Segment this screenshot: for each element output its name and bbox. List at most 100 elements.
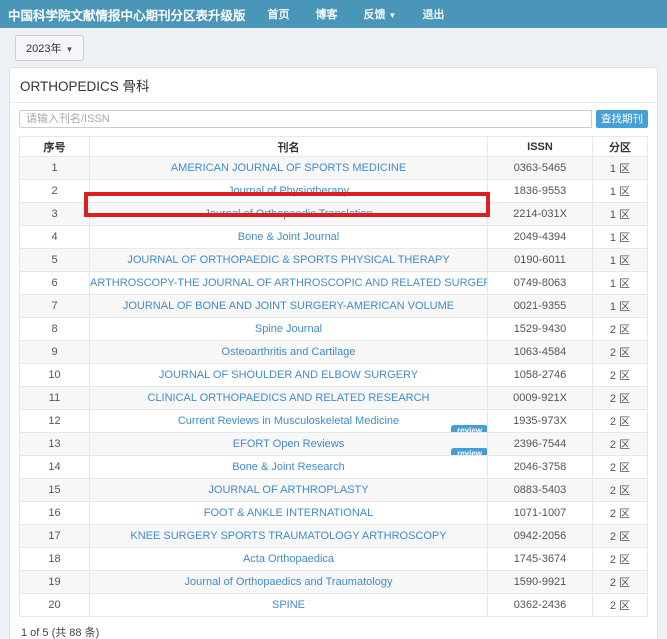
journal-link[interactable]: JOURNAL OF SHOULDER AND ELBOW SURGERY [159,369,418,381]
journal-link[interactable]: Journal of Orthopaedic Translation [204,208,372,220]
table-row: 2Journal of Physiotherapy1836-95531 区 [20,180,648,203]
row-index: 18 [20,548,90,571]
nav-item-首页[interactable]: 首页 [268,6,290,22]
journal-name-cell: FOOT & ANKLE INTERNATIONAL [90,502,488,525]
journal-link[interactable]: Spine Journal [255,323,322,335]
journal-name-cell: Current Reviews in Musculoskeletal Medic… [90,410,488,433]
year-label: 2023年 [26,43,61,55]
chevron-down-icon: ▼ [65,45,73,54]
row-index: 7 [20,295,90,318]
row-index: 1 [20,157,90,180]
journal-link[interactable]: Journal of Orthopaedics and Traumatology [185,576,393,588]
site-title[interactable]: 中国科学院文献情报中心期刊分区表升级版 [8,5,246,24]
journal-name-cell: Osteoarthritis and Cartilage [90,341,488,364]
year-dropdown-button[interactable]: 2023年 ▼ [15,35,84,61]
row-index: 10 [20,364,90,387]
issn-value: 0749-8063 [488,272,593,295]
issn-value: 0021-9355 [488,295,593,318]
zone-value: 2 区 [593,387,648,410]
journal-link[interactable]: CLINICAL ORTHOPAEDICS AND RELATED RESEAR… [148,392,430,404]
journal-link[interactable]: Acta Orthopaedica [243,553,334,565]
zone-value: 2 区 [593,341,648,364]
journal-name-cell: ARTHROSCOPY-THE JOURNAL OF ARTHROSCOPIC … [90,272,488,295]
journal-link[interactable]: SPINE [272,599,305,611]
zone-value: 2 区 [593,502,648,525]
journal-link[interactable]: JOURNAL OF ARTHROPLASTY [208,484,368,496]
journal-link[interactable]: KNEE SURGERY SPORTS TRAUMATOLOGY ARTHROS… [130,530,446,542]
journal-link[interactable]: Osteoarthritis and Cartilage [222,346,356,358]
journal-link[interactable]: AMERICAN JOURNAL OF SPORTS MEDICINE [171,162,406,174]
table-row: 8Spine Journal1529-94302 区 [20,318,648,341]
row-index: 4 [20,226,90,249]
journal-name-cell: AMERICAN JOURNAL OF SPORTS MEDICINE [90,157,488,180]
zone-value: 1 区 [593,203,648,226]
journal-table-body: 1AMERICAN JOURNAL OF SPORTS MEDICINE0363… [20,157,648,617]
journal-name-cell: JOURNAL OF BONE AND JOINT SURGERY-AMERIC… [90,295,488,318]
chevron-down-icon: ▼ [389,11,397,20]
nav-item-博客[interactable]: 博客 [316,6,338,22]
journal-name-cell: Journal of Physiotherapy [90,180,488,203]
issn-value: 0009-921X [488,387,593,410]
zone-value: 2 区 [593,525,648,548]
zone-value: 1 区 [593,226,648,249]
journal-link[interactable]: Journal of Physiotherapy [228,185,349,197]
journal-name-cell: Spine Journal [90,318,488,341]
issn-value: 1063-4584 [488,341,593,364]
navbar: 中国科学院文献情报中心期刊分区表升级版 首页 博客 反馈▼ 退出 [0,0,667,28]
row-index: 14 [20,456,90,479]
journal-name-cell: EFORT Open Reviewsreview [90,433,488,456]
table-row: 15JOURNAL OF ARTHROPLASTY0883-54032 区 [20,479,648,502]
journal-name-cell: SPINE [90,594,488,617]
zone-value: 2 区 [593,571,648,594]
nav-item-退出[interactable]: 退出 [422,6,444,22]
table-row: 3Journal of Orthopaedic Translation2214-… [20,203,648,226]
zone-value: 2 区 [593,433,648,456]
issn-value: 1058-2746 [488,364,593,387]
journal-name-cell: JOURNAL OF ORTHOPAEDIC & SPORTS PHYSICAL… [90,249,488,272]
issn-value: 0942-2056 [488,525,593,548]
journal-link[interactable]: EFORT Open Reviews [233,438,344,450]
search-input[interactable] [19,110,592,128]
issn-value: 1071-1007 [488,502,593,525]
zone-value: 1 区 [593,295,648,318]
search-journal-button[interactable]: 查找期刊 [596,110,648,128]
journal-name-cell: Journal of Orthopaedics and Traumatology [90,571,488,594]
journal-link[interactable]: FOOT & ANKLE INTERNATIONAL [204,507,374,519]
row-index: 5 [20,249,90,272]
issn-value: 2046-3758 [488,456,593,479]
row-index: 6 [20,272,90,295]
table-row: 13EFORT Open Reviewsreview2396-75442 区 [20,433,648,456]
search-bar: 查找期刊 [19,110,648,128]
zone-value: 1 区 [593,272,648,295]
table-row: 5 JOURNAL OF ORTHOPAEDIC & SPORTS PHYSICA… [20,249,648,272]
col-header-index: 序号 [20,137,90,157]
zone-value: 1 区 [593,157,648,180]
zone-value: 2 区 [593,410,648,433]
issn-value: 1935-973X [488,410,593,433]
table-row: 7 JOURNAL OF BONE AND JOINT SURGERY-AMERI… [20,295,648,318]
issn-value: 2049-4394 [488,226,593,249]
journal-link[interactable]: Bone & Joint Research [232,461,345,473]
row-index: 8 [20,318,90,341]
journal-link[interactable]: Bone & Joint Journal [238,231,340,243]
navbar-menu: 首页 博客 反馈▼ 退出 [268,6,445,22]
table-row: 19 Journal of Orthopaedics and Traumatolo… [20,571,648,594]
journal-link[interactable]: ARTHROSCOPY-THE JOURNAL OF ARTHROSCOPIC … [90,277,488,289]
table-row: 20SPINE0362-24362 区 [20,594,648,617]
issn-value: 2214-031X [488,203,593,226]
row-index: 19 [20,571,90,594]
issn-value: 0190-6011 [488,249,593,272]
journal-name-cell: Acta Orthopaedica [90,548,488,571]
table-row: 17KNEE SURGERY SPORTS TRAUMATOLOGY ARTHR… [20,525,648,548]
journal-name-cell: Journal of Orthopaedic Translation [90,203,488,226]
journal-link[interactable]: Current Reviews in Musculoskeletal Medic… [178,415,399,427]
table-row: 16FOOT & ANKLE INTERNATIONAL1071-10072 区 [20,502,648,525]
zone-value: 2 区 [593,548,648,571]
zone-value: 1 区 [593,249,648,272]
journal-name-cell: KNEE SURGERY SPORTS TRAUMATOLOGY ARTHROS… [90,525,488,548]
journal-link[interactable]: JOURNAL OF ORTHOPAEDIC & SPORTS PHYSICAL… [127,254,449,266]
journal-link[interactable]: JOURNAL OF BONE AND JOINT SURGERY-AMERIC… [123,300,454,312]
nav-item-反馈[interactable]: 反馈▼ [364,6,397,22]
journal-table: 序号 刊名 ISSN 分区 1AMERICAN JOURNAL OF SPORT… [19,136,648,617]
page-info: 1 of 5 (共 88 条) [21,624,648,639]
